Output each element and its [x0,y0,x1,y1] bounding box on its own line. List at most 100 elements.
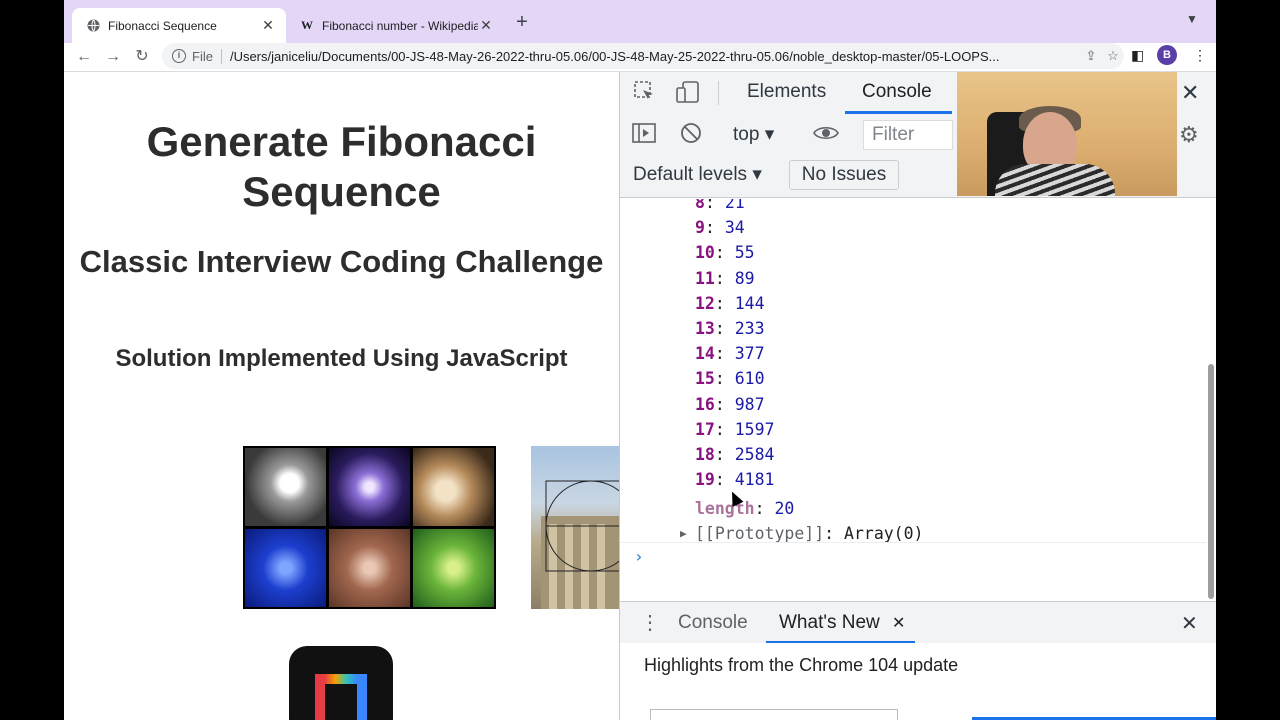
clear-console-icon[interactable] [680,122,702,150]
length-key: length [695,499,755,518]
close-tab-icon[interactable]: ✕ [260,17,276,34]
device-toolbar-icon[interactable] [676,81,700,109]
page-subtitle: Classic Interview Coding Challenge [79,244,604,279]
globe-icon [86,19,100,33]
console-array-row: 19: 4181 [695,470,775,490]
array-value: 21 [724,199,745,212]
fibonacci-collage-image [243,446,496,609]
url-text[interactable]: /Users/janiceliu/Documents/00-JS-48-May-… [230,49,1080,64]
whats-new-card[interactable] [650,709,898,720]
webcam-overlay-image [957,72,1177,196]
log-levels-dropdown[interactable]: Default levels ▾ [633,163,762,186]
console-array-row: 17: 1597 [695,419,775,439]
tab-elements[interactable]: Elements [747,81,826,103]
close-tab-icon[interactable]: ✕ [478,17,494,34]
array-value: 34 [724,218,745,238]
menu-kebab-icon[interactable]: ⋮ [1193,47,1207,64]
array-value: 55 [734,243,755,263]
array-index: 17 [695,419,715,439]
prompt-divider [620,542,1216,543]
array-index: 13 [695,319,715,338]
array-value: 1597 [734,419,775,439]
chevron-down-icon[interactable]: ▼ [1186,12,1198,26]
security-label: File [192,48,222,64]
page-tagline: Solution Implemented Using JavaScript [115,345,568,372]
array-index: 9 [695,218,705,238]
drawer-menu-icon[interactable]: ⋮ [640,610,660,635]
browser-toolbar: ← → ↻ i File /Users/janiceliu/Documents/… [64,43,1216,72]
console-prompt[interactable]: › [634,547,644,566]
array-value: 610 [734,369,765,389]
console-array-row: 11: 89 [695,268,755,288]
address-bar[interactable]: i File /Users/janiceliu/Documents/00-JS-… [162,43,1124,69]
bookmark-star-icon[interactable]: ☆ [1102,48,1124,64]
array-index: 15 [695,369,715,389]
console-array-row: 14: 377 [695,344,765,364]
console-output[interactable]: 8: 21 9: 34 10: 55 11: 89 12: 144 13: 233 14: … [620,199,1216,601]
close-devtools-icon[interactable]: ✕ [1181,80,1199,106]
info-icon[interactable]: i [172,49,186,63]
array-index: 11 [695,268,715,288]
console-array-row: 8: 21 [695,199,745,215]
prototype-key: [[Prototype]] [695,524,825,543]
drawer-tabbar: ⋮ Console What's New ✕ ✕ [620,601,1216,644]
array-index: 14 [695,344,715,364]
array-index: 19 [695,470,715,490]
inspect-element-icon[interactable] [634,81,656,109]
tab-title: Fibonacci number - Wikipedia [322,18,478,33]
galaxy-image [329,448,410,526]
forward-icon[interactable]: → [101,45,125,69]
reload-icon[interactable]: ↻ [130,45,154,69]
console-array-row: 10: 55 [695,243,755,263]
particle-tracks-image [245,529,326,607]
console-array-row: 9: 34 [695,218,745,238]
scrollbar-thumb[interactable] [1208,364,1214,599]
sidebar-toggle-icon[interactable] [632,122,656,150]
gear-icon[interactable]: ⚙ [1179,122,1199,148]
tab-wikipedia[interactable]: W Fibonacci number - Wikipedia ✕ [286,8,504,43]
console-array-row: 18: 2584 [695,445,775,464]
array-value: 377 [734,344,765,364]
tab-console[interactable]: Console [862,81,932,103]
array-value: 987 [734,394,765,414]
page-title: Generate Fibonacci Sequence [146,118,537,215]
nautilus-shell-image [413,448,494,526]
array-value: 144 [734,293,765,313]
tab-strip: Fibonacci Sequence ✕ W Fibonacci number … [64,0,1216,43]
whats-new-panel: Highlights from the Chrome 104 update [620,643,1216,720]
filter-input[interactable]: Filter [863,120,953,150]
console-array-row: 12: 144 [695,293,765,313]
eye-icon[interactable] [813,122,839,150]
array-index: 10 [695,243,715,263]
tab-fibonacci-sequence[interactable]: Fibonacci Sequence ✕ [72,8,286,43]
avatar[interactable]: B [1157,45,1177,65]
array-index: 18 [695,445,715,464]
devtools-panel: Elements Console top ▾ Filter Default le… [619,72,1216,720]
browser-window: Fibonacci Sequence ✕ W Fibonacci number … [64,0,1216,720]
console-array-row: 16: 987 [695,394,765,414]
close-drawer-icon[interactable]: ✕ [1181,611,1198,636]
close-tab-icon[interactable]: ✕ [892,613,905,633]
drawer-tab-console[interactable]: Console [678,612,748,634]
wikipedia-icon: W [301,18,313,32]
array-index: 16 [695,394,715,414]
pinecone-image [329,529,410,607]
share-icon[interactable]: ⇪ [1080,48,1102,64]
hurricane-image [245,448,326,526]
drawer-tab-whats-new[interactable]: What's New [779,612,880,634]
prototype-value: Array(0) [844,524,924,543]
array-value: 233 [734,319,765,338]
context-selector[interactable]: top ▾ [733,123,774,146]
console-length-row: length: 20 [695,499,795,518]
new-tab-button[interactable]: + [512,10,532,34]
console-array-row: 13: 233 [695,319,765,338]
array-value: 4181 [734,470,775,490]
tab-title: Fibonacci Sequence [108,18,217,33]
parthenon-golden-ratio-image [531,446,619,609]
noble-desktop-logo [289,646,393,720]
side-panel-icon[interactable]: ◧ [1131,47,1144,64]
back-icon[interactable]: ← [72,45,96,69]
issues-button[interactable]: No Issues [789,160,899,190]
page-content: Generate Fibonacci Sequence Classic Inte… [64,73,619,720]
array-index: 8 [695,199,705,212]
